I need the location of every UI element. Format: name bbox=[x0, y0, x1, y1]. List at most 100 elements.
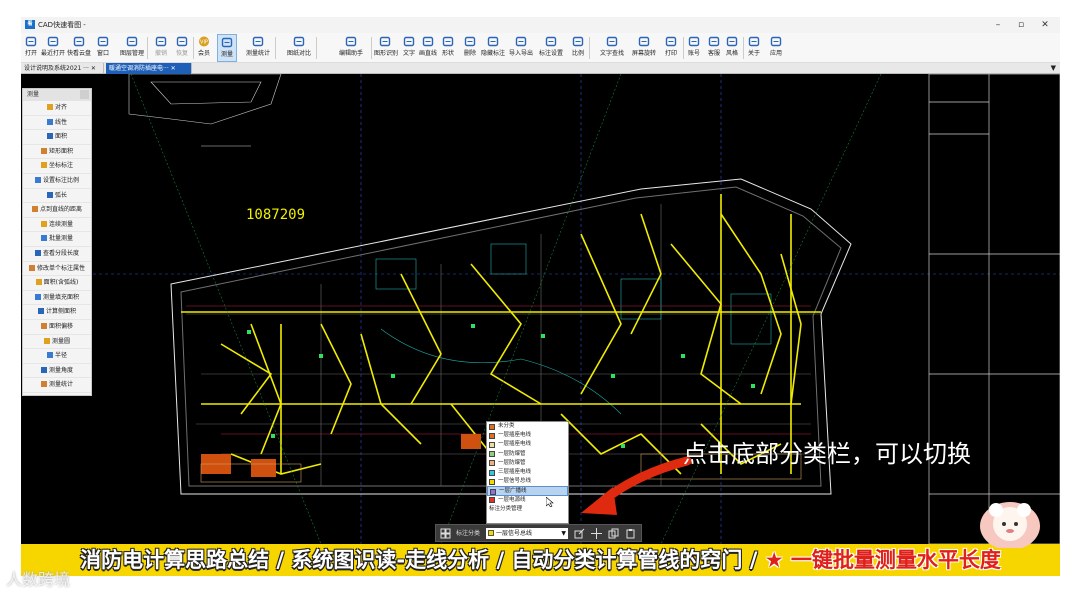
measure-tool-icon bbox=[34, 249, 41, 256]
category-option[interactable]: 一层插座电线 bbox=[487, 440, 568, 449]
measure-tool-item[interactable]: 对齐 bbox=[23, 101, 91, 116]
toolbar-text-search-button[interactable]: 文字查找 bbox=[596, 34, 628, 62]
toolbar-label: 客服 bbox=[707, 50, 720, 57]
toolbar-measure-button[interactable]: 测量 bbox=[217, 34, 237, 62]
toolbar-annotation-settings-button[interactable]: 标注设置 bbox=[536, 34, 566, 62]
headset-icon bbox=[708, 36, 720, 47]
measure-tool-item[interactable]: 面积偏移 bbox=[23, 320, 91, 335]
shape-recognition-icon bbox=[379, 36, 391, 47]
measure-tool-item[interactable]: 线性 bbox=[23, 116, 91, 131]
toolbar-text-button[interactable]: 文字 bbox=[401, 34, 417, 62]
measure-panel-header: 测量 bbox=[23, 89, 91, 101]
category-option[interactable]: 三层插座电线 bbox=[487, 468, 568, 477]
toolbar-measure-stats-button[interactable]: 测量统计 bbox=[243, 34, 273, 62]
undo-icon bbox=[155, 36, 167, 47]
measure-tool-item[interactable]: 测量角度 bbox=[23, 364, 91, 379]
measure-tool-item[interactable]: 测量填充面积 bbox=[23, 291, 91, 306]
measure-tool-item[interactable]: 计算侧面积 bbox=[23, 305, 91, 320]
measure-tool-item[interactable]: 弧长 bbox=[23, 189, 91, 204]
toolbar-undo-button[interactable]: 撤销 bbox=[152, 34, 170, 62]
close-button[interactable]: ✕ bbox=[1034, 18, 1056, 32]
toolbar-clock-button[interactable]: 最近打开 bbox=[41, 34, 65, 62]
toolbar-folder-button[interactable]: 打开 bbox=[23, 34, 39, 62]
mascot-avatar bbox=[980, 502, 1040, 548]
toolbar-import-export-button[interactable]: 导入导出 bbox=[508, 34, 534, 62]
measure-tool-label: 点到直线的距离 bbox=[39, 206, 82, 214]
edit-icon[interactable] bbox=[574, 528, 585, 539]
measure-tool-item[interactable]: 面积(含弧线) bbox=[23, 276, 91, 291]
measure-tool-item[interactable]: 点到直线的距离 bbox=[23, 203, 91, 218]
toolbar-headset-button[interactable]: 客服 bbox=[705, 34, 723, 62]
toolbar-apps-button[interactable]: 应用 bbox=[765, 34, 787, 62]
measure-tool-item[interactable]: 测量统计 bbox=[23, 378, 91, 393]
toolbar-line-button[interactable]: 画直线 bbox=[419, 34, 437, 62]
toolbar-shape-recognition-button[interactable]: 图形识别 bbox=[374, 34, 398, 62]
category-option[interactable]: 一层信号总线 bbox=[487, 477, 568, 486]
measure-tool-icon bbox=[40, 235, 47, 242]
move-icon[interactable] bbox=[591, 528, 602, 539]
grid-icon[interactable] bbox=[440, 528, 451, 539]
measure-tool-item[interactable]: 矩形面积 bbox=[23, 145, 91, 160]
measure-tool-item[interactable]: 修改单个标注属性 bbox=[23, 262, 91, 277]
toolbar-style-button[interactable]: 风格 bbox=[723, 34, 741, 62]
category-select[interactable]: 一层信号总线 ▼ bbox=[486, 528, 568, 539]
tab-hvac-fire-socket[interactable]: 暖通空调消防插座电··· ✕ bbox=[106, 63, 192, 74]
toolbar-vip-button[interactable]: VIP 会员 bbox=[194, 34, 214, 62]
measure-tool-item[interactable]: 测量圆 bbox=[23, 335, 91, 350]
clock-icon bbox=[47, 36, 59, 47]
toolbar-eraser-button[interactable]: 删除 bbox=[461, 34, 479, 62]
category-option[interactable]: 一层插座电线 bbox=[487, 431, 568, 440]
toolbar-compare-button[interactable]: 图纸对比 bbox=[284, 34, 314, 62]
toolbar-ratio-button[interactable]: 比例 bbox=[569, 34, 587, 62]
toolbar-info-button[interactable]: 关于 bbox=[745, 34, 763, 62]
measure-tool-label: 面积 bbox=[54, 133, 67, 141]
tab-design-notes[interactable]: 设计说明及系统2021 ··· ✕ bbox=[21, 63, 104, 74]
toolbar-label: 图纸对比 bbox=[286, 50, 311, 57]
toolbar-rotate-button[interactable]: 屏幕旋转 bbox=[630, 34, 658, 62]
measure-tool-item[interactable]: 批量测量 bbox=[23, 232, 91, 247]
tab-close-icon[interactable]: ✕ bbox=[171, 65, 176, 72]
measure-tool-item[interactable]: 坐标标注 bbox=[23, 159, 91, 174]
measure-tool-icon bbox=[43, 337, 50, 344]
print-icon bbox=[665, 36, 677, 47]
measure-tool-label: 修改单个标注属性 bbox=[36, 264, 85, 272]
category-option[interactable]: 一层防爆管 bbox=[487, 459, 568, 468]
category-option[interactable]: 标注分类管理 bbox=[487, 505, 568, 514]
toolbar-edit-assistant-button[interactable]: 编辑助手 bbox=[333, 34, 369, 62]
measure-tool-item[interactable]: 面积 bbox=[23, 130, 91, 145]
panel-pin-icon[interactable] bbox=[80, 90, 89, 99]
chevron-down-icon[interactable]: ▼ bbox=[561, 528, 566, 539]
minimize-button[interactable]: – bbox=[987, 18, 1009, 32]
measure-tool-item[interactable]: 查看分段长度 bbox=[23, 247, 91, 262]
paste-icon[interactable] bbox=[625, 528, 636, 539]
toolbar-cloud-button[interactable]: 快看云盘 bbox=[67, 34, 91, 62]
tab-close-icon[interactable]: ✕ bbox=[91, 65, 96, 72]
edit-assistant-icon bbox=[345, 36, 357, 47]
toolbar-shape-button[interactable]: 形状 bbox=[439, 34, 457, 62]
copy-icon[interactable] bbox=[608, 528, 619, 539]
svg-text:VIP: VIP bbox=[200, 40, 208, 46]
restore-button[interactable]: ▫ bbox=[1010, 18, 1032, 32]
layers-icon bbox=[126, 36, 138, 47]
toolbar-redo-button[interactable]: 恢复 bbox=[173, 34, 191, 62]
category-option[interactable]: 未分类 bbox=[487, 422, 568, 431]
category-option[interactable]: 一层防爆管 bbox=[487, 450, 568, 459]
measure-tool-item[interactable]: 半径 bbox=[23, 349, 91, 364]
toolbar-label: 导入导出 bbox=[508, 50, 533, 57]
measure-tool-item[interactable]: 连续测量 bbox=[23, 218, 91, 233]
toolbar-print-button[interactable]: 打印 bbox=[661, 34, 681, 62]
toolbar-hide-button[interactable]: 隐藏标注 bbox=[481, 34, 505, 62]
toolbar-window-button[interactable]: 窗口 bbox=[93, 34, 113, 62]
category-option[interactable]: 一层电源线 bbox=[487, 496, 568, 505]
ratio-icon bbox=[572, 36, 584, 47]
toolbar-user-button[interactable]: 账号 bbox=[685, 34, 703, 62]
toolbar-separator bbox=[316, 37, 317, 59]
toolbar-layers-button[interactable]: 图层管理 bbox=[119, 34, 145, 62]
measure-tool-icon bbox=[31, 206, 38, 213]
measure-tool-item[interactable]: 设置标注比例 bbox=[23, 174, 91, 189]
tab-overflow-icon[interactable]: ▼ bbox=[1051, 63, 1056, 74]
toolbar-label: 快看云盘 bbox=[67, 50, 92, 57]
toolbar-label: 打印 bbox=[664, 50, 677, 57]
hide-icon bbox=[487, 36, 499, 47]
category-option[interactable]: 一层广播线 bbox=[487, 486, 568, 496]
